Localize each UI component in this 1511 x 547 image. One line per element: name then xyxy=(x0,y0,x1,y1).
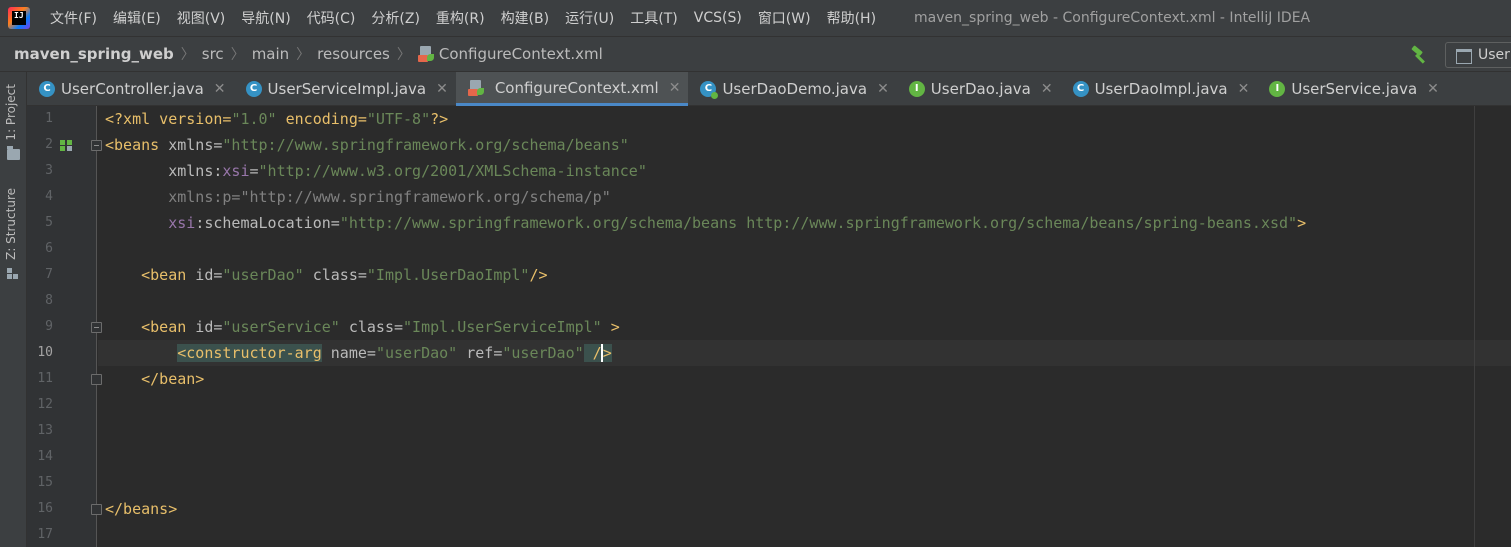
breadcrumb-resources[interactable]: resources xyxy=(313,45,394,63)
menu-vcs[interactable]: VCS(S) xyxy=(686,10,750,26)
breadcrumb-src[interactable]: src xyxy=(198,45,228,63)
tab-user-dao-demo[interactable]: C UserDaoDemo.java ✕ xyxy=(688,72,896,106)
run-config-label: User xyxy=(1478,47,1510,63)
structure-tool-tab[interactable]: Z: Structure xyxy=(4,188,18,260)
menu-file[interactable]: 文件(F) xyxy=(42,8,105,28)
line-number: 3 xyxy=(45,163,53,178)
menu-navigate[interactable]: 导航(N) xyxy=(233,8,298,28)
tab-label: UserServiceImpl.java xyxy=(267,80,427,98)
run-configuration-selector[interactable]: User xyxy=(1445,42,1511,68)
tab-label: UserService.java xyxy=(1291,80,1418,98)
code-line-16: </beans> xyxy=(105,500,178,518)
class-icon: C xyxy=(39,81,55,97)
editor-gutter[interactable]: 1 2 3 4 5 6 7 8 9 10 11 12 13 14 15 16 1… xyxy=(27,106,102,547)
breadcrumb-separator-icon: 〉 xyxy=(296,47,311,63)
menu-view[interactable]: 视图(V) xyxy=(169,8,234,28)
menu-bar: IJ 文件(F) 编辑(E) 视图(V) 导航(N) 代码(C) 分析(Z) 重… xyxy=(0,0,1511,36)
tab-user-controller[interactable]: C UserController.java ✕ xyxy=(27,72,234,106)
breadcrumb-separator-icon: 〉 xyxy=(180,47,195,63)
tab-label: UserDaoDemo.java xyxy=(722,80,868,98)
menu-help[interactable]: 帮助(H) xyxy=(819,8,884,28)
menu-code[interactable]: 代码(C) xyxy=(299,8,364,28)
tab-user-service[interactable]: I UserService.java ✕ xyxy=(1257,72,1447,106)
intellij-logo-icon: IJ xyxy=(8,7,30,29)
spring-beans-icon[interactable] xyxy=(60,140,74,152)
menu-window[interactable]: 窗口(W) xyxy=(750,8,819,28)
line-number: 4 xyxy=(45,189,53,204)
code-line-4: xmlns:p="http://www.springframework.org/… xyxy=(168,188,611,206)
line-number: 17 xyxy=(37,527,53,542)
class-icon: C xyxy=(1072,81,1089,97)
interface-icon: I xyxy=(908,81,925,97)
breadcrumb-main[interactable]: main xyxy=(248,45,293,63)
code-editor[interactable]: <?xml version="1.0" encoding="UTF-8"?> <… xyxy=(98,106,1511,547)
line-number: 16 xyxy=(37,501,53,516)
tab-configure-context[interactable]: ConfigureContext.xml ✕ xyxy=(455,72,689,106)
main-class-icon: C xyxy=(700,81,719,99)
code-line-3: xmlns:xsi="http://www.w3.org/2001/XMLSch… xyxy=(168,162,647,180)
code-line-10-current: <constructor-arg name="userDao" ref="use… xyxy=(98,340,1511,366)
code-line-2: <beans xmlns="http://www.springframework… xyxy=(105,136,629,154)
tab-label: ConfigureContext.xml xyxy=(494,78,659,97)
project-tool-tab[interactable]: 1: Project xyxy=(4,84,18,141)
menu-build[interactable]: 构建(B) xyxy=(493,8,558,28)
folder-icon[interactable] xyxy=(7,146,20,160)
breadcrumb: maven_spring_web 〉 src 〉 main 〉 resource… xyxy=(0,36,1511,72)
line-number: 7 xyxy=(45,267,53,282)
class-icon: C xyxy=(245,81,262,97)
breadcrumb-separator-icon: 〉 xyxy=(396,47,411,63)
line-number: 8 xyxy=(45,293,53,308)
right-margin-guide xyxy=(1474,106,1475,547)
menu-edit[interactable]: 编辑(E) xyxy=(105,8,169,28)
tab-user-dao-impl[interactable]: C UserDaoImpl.java ✕ xyxy=(1061,72,1258,106)
tab-label: UserController.java xyxy=(61,80,204,98)
close-icon[interactable]: ✕ xyxy=(214,81,226,97)
breadcrumb-file[interactable]: ConfigureContext.xml xyxy=(414,45,607,63)
menu-run[interactable]: 运行(U) xyxy=(557,8,622,28)
close-icon[interactable]: ✕ xyxy=(1238,81,1250,97)
code-line-11: </bean> xyxy=(141,370,205,388)
line-number: 12 xyxy=(37,397,53,412)
line-number: 2 xyxy=(45,137,53,152)
code-line-1: <?xml version="1.0" encoding="UTF-8"?> xyxy=(105,110,449,128)
menu-refactor[interactable]: 重构(R) xyxy=(428,8,493,28)
code-line-7: <bean id="userDao" class="Impl.UserDaoIm… xyxy=(141,266,548,284)
line-number: 15 xyxy=(37,475,53,490)
line-number: 13 xyxy=(37,423,53,438)
close-icon[interactable]: ✕ xyxy=(436,81,448,97)
line-number: 6 xyxy=(45,241,53,256)
code-line-9: <bean id="userService" class="Impl.UserS… xyxy=(141,318,620,336)
interface-icon: I xyxy=(1269,81,1286,97)
line-number: 14 xyxy=(37,449,53,464)
editor-tab-bar: C UserController.java ✕ C UserServiceImp… xyxy=(27,72,1511,106)
menu-analyze[interactable]: 分析(Z) xyxy=(363,8,428,28)
line-number: 11 xyxy=(37,371,53,386)
close-icon[interactable]: ✕ xyxy=(669,80,681,96)
breadcrumb-project[interactable]: maven_spring_web xyxy=(0,45,178,63)
hammer-icon[interactable] xyxy=(1410,45,1430,65)
window-title: maven_spring_web - ConfigureContext.xml … xyxy=(914,10,1311,26)
menu-tools[interactable]: 工具(T) xyxy=(622,8,685,28)
line-number: 9 xyxy=(45,319,53,334)
line-number-current: 10 xyxy=(37,345,53,360)
left-tool-strip: 1: Project Z: Structure xyxy=(0,72,27,547)
xml-file-icon xyxy=(417,46,434,62)
breadcrumb-separator-icon: 〉 xyxy=(230,47,245,63)
code-line-5: xsi:schemaLocation="http://www.springfra… xyxy=(168,214,1307,232)
structure-icon[interactable] xyxy=(7,268,20,279)
line-number: 5 xyxy=(45,215,53,230)
tab-label: UserDao.java xyxy=(930,80,1031,98)
breadcrumb-file-label: ConfigureContext.xml xyxy=(438,45,603,63)
xml-file-icon xyxy=(467,79,484,96)
tab-user-service-impl[interactable]: C UserServiceImpl.java ✕ xyxy=(234,72,456,106)
tab-label: UserDaoImpl.java xyxy=(1094,80,1228,98)
close-icon[interactable]: ✕ xyxy=(877,81,889,97)
close-icon[interactable]: ✕ xyxy=(1427,81,1439,97)
line-number: 1 xyxy=(45,111,53,126)
close-icon[interactable]: ✕ xyxy=(1041,81,1053,97)
tab-user-dao[interactable]: I UserDao.java ✕ xyxy=(897,72,1061,106)
